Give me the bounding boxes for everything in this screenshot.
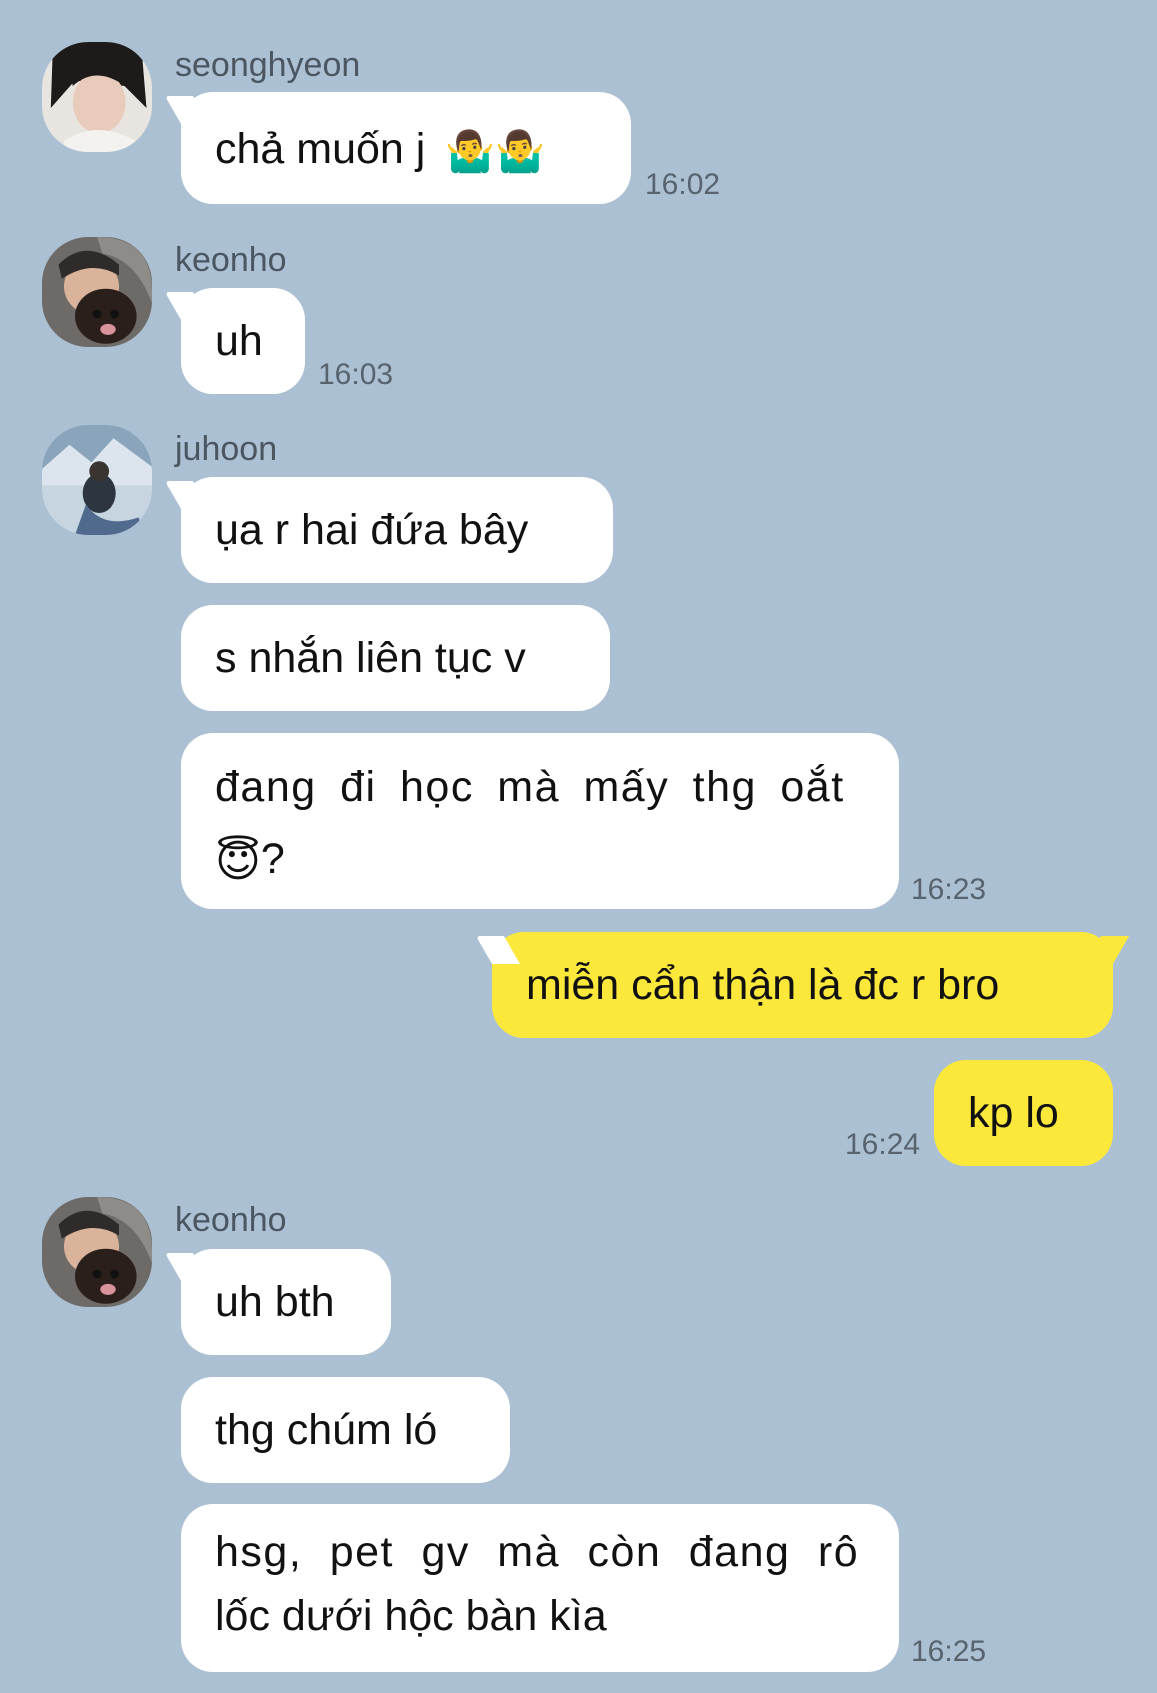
sender-name: keonho (175, 241, 287, 279)
message-bubble-outgoing[interactable]: miễn cẩn thận là đc r bro (492, 932, 1113, 1038)
smiling-face-with-halo-emoji: 😇 (215, 836, 261, 886)
avatar-juhoon[interactable] (42, 425, 152, 535)
sender-name: seonghyeon (175, 46, 361, 84)
message-text: hsg, pet gv mà còn đang rô (215, 1528, 860, 1576)
sender-name: keonho (175, 1201, 287, 1239)
message-bubble[interactable]: ụa r hai đứa bây (181, 477, 613, 583)
avatar-keonho[interactable] (42, 237, 152, 347)
avatar-keonho-image (42, 1197, 152, 1307)
message-time: 16:23 (911, 873, 987, 906)
message-text: s nhắn liên tục v (215, 634, 526, 682)
avatar-seonghyeon-image (42, 42, 152, 152)
message-bubble[interactable]: thg chúm ló (181, 1377, 510, 1483)
sender-name: juhoon (175, 430, 278, 468)
message-time: 16:24 (845, 1128, 921, 1161)
message-text: miễn cẩn thận là đc r bro (526, 961, 1000, 1009)
message-text: kp lo (968, 1089, 1059, 1137)
message-text: ụa r hai đứa bây (215, 506, 529, 554)
message-time: 16:02 (645, 168, 721, 201)
message-bubble[interactable]: uh bth (181, 1249, 391, 1355)
message-bubble[interactable]: hsg, pet gv mà còn đang rô lốc dưới hộc … (181, 1504, 899, 1672)
message-text-line-2: 😇? (215, 823, 865, 898)
avatar-juhoon-image (42, 425, 152, 535)
message-bubble[interactable]: chả muốn j 🤷‍♂️🤷‍♂️ (181, 92, 631, 204)
message-text: uh bth (215, 1278, 335, 1326)
message-time: 16:25 (911, 1635, 987, 1668)
question-mark: ? (260, 835, 285, 883)
message-text: đang đi học mà mấy thg oắt (215, 763, 845, 811)
message-bubble-outgoing[interactable]: kp lo (934, 1060, 1113, 1166)
message-text: uh (215, 317, 263, 365)
avatar-keonho-image (42, 237, 152, 347)
message-text: thg chúm ló (215, 1406, 438, 1454)
avatar-seonghyeon[interactable] (42, 42, 152, 152)
message-text-line-2: lốc dưới hộc bàn kìa (215, 1592, 607, 1640)
message-bubble[interactable]: đang đi học mà mấy thg oắt 😇? (181, 733, 899, 909)
avatar-keonho[interactable] (42, 1197, 152, 1307)
message-text: chả muốn j (215, 125, 426, 173)
person-shrugging-emoji: 🤷‍♂️🤷‍♂️ (445, 129, 545, 174)
message-bubble[interactable]: uh (181, 288, 305, 394)
message-bubble[interactable]: s nhắn liên tục v (181, 605, 610, 711)
message-time: 16:03 (318, 358, 394, 391)
